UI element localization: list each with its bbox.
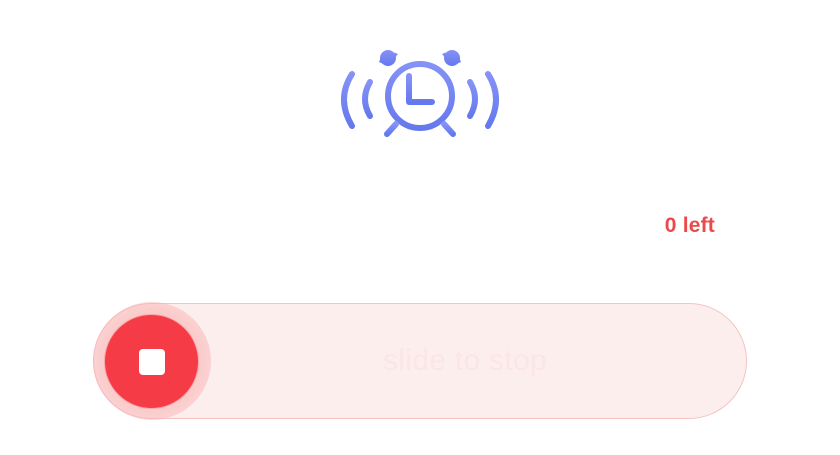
- alarm-screen: 0 left slide to stop: [0, 0, 840, 455]
- remaining-count: 0 left: [664, 214, 715, 237]
- slide-to-stop-thumb[interactable]: [105, 315, 198, 408]
- ringing-alarm-clock-icon: [341, 50, 499, 137]
- stop-icon: [139, 349, 165, 375]
